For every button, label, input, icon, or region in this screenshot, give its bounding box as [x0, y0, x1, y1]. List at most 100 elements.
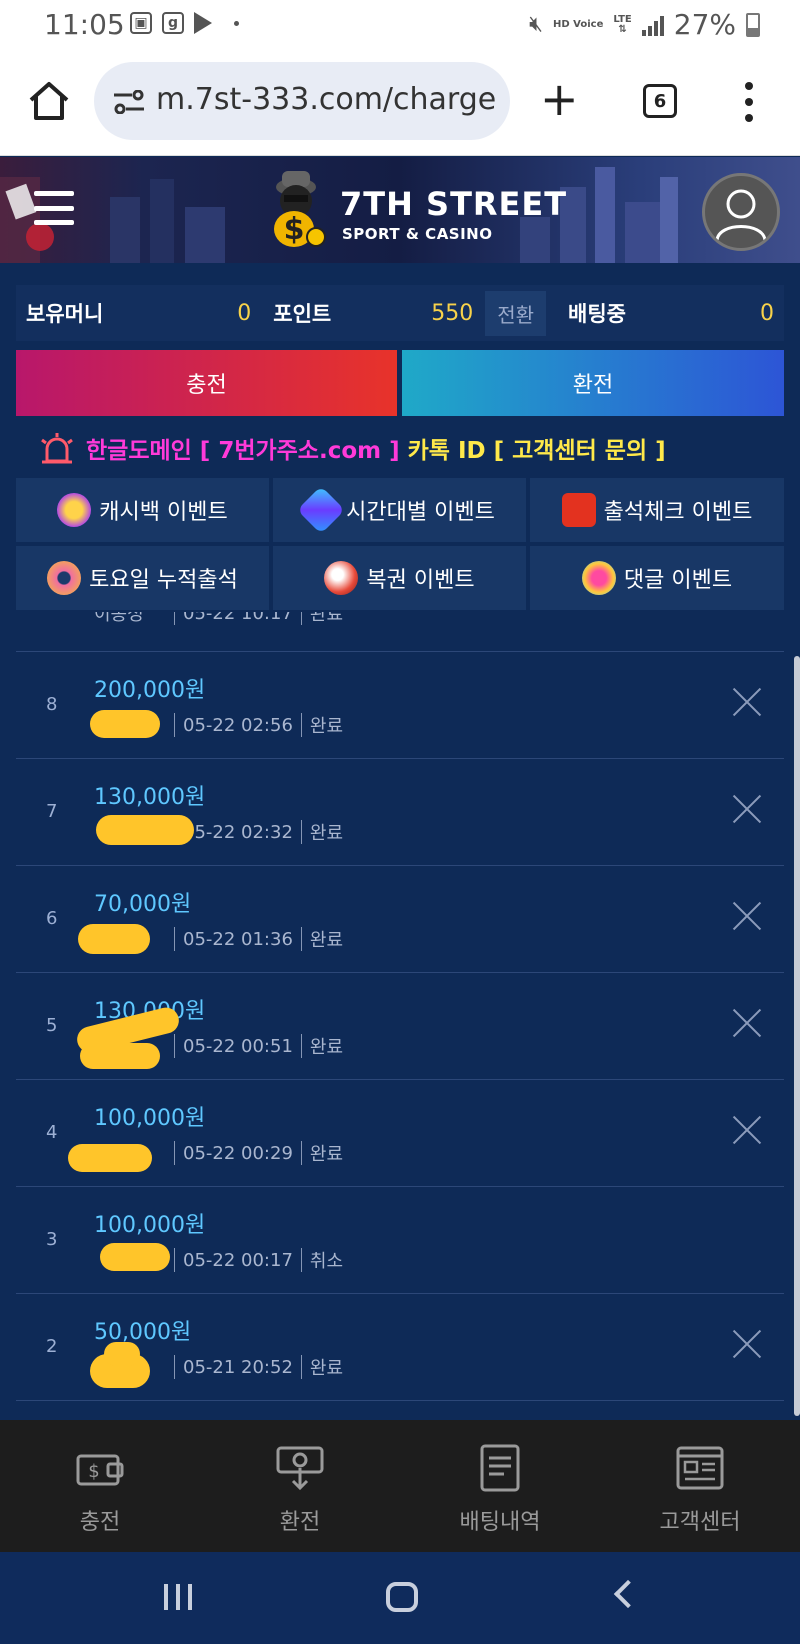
- back-icon[interactable]: [613, 1579, 643, 1609]
- recent-apps-icon[interactable]: [164, 1584, 192, 1610]
- history-date: 05-22 01:36: [183, 928, 293, 950]
- nav-label: 환전: [279, 1510, 321, 1535]
- row-number: 5: [46, 1015, 58, 1036]
- event-label: 댓글 이벤트: [623, 568, 733, 593]
- signal-icon: [641, 14, 664, 36]
- history-row: 8 200,000원 05-22 02:56 완료: [16, 652, 784, 759]
- system-home-icon[interactable]: [386, 1582, 418, 1612]
- status-time: 11:05: [44, 8, 125, 41]
- betting-value: 0: [760, 300, 774, 326]
- home-icon[interactable]: [26, 78, 72, 124]
- dice-icon: [561, 493, 596, 527]
- row-number: 2: [46, 1336, 58, 1357]
- document-icon: [480, 1444, 520, 1492]
- history-row: 6 70,000원 05-22 01:36 완료: [16, 866, 784, 973]
- nav-label: 배팅내역: [459, 1510, 541, 1535]
- logo-mascot-icon: $: [274, 171, 326, 247]
- nav-betting-history[interactable]: 배팅내역: [400, 1420, 600, 1552]
- donut-icon: [47, 561, 82, 595]
- g-app-icon: g: [162, 12, 184, 34]
- hamburger-menu-icon[interactable]: [34, 191, 74, 225]
- cashback-coin-icon: [57, 493, 92, 527]
- event-attendance[interactable]: 출석체크 이벤트: [530, 478, 784, 542]
- nav-label: 충전: [79, 1510, 121, 1535]
- status-bar: 11:05 ▣ g 🔇︎ HD Voice LTE ⇅ 27%: [0, 0, 800, 52]
- charge-amount: 100,000원: [94, 1106, 206, 1131]
- more-notifications-icon: [234, 20, 239, 26]
- browser-menu-icon[interactable]: [745, 82, 753, 122]
- delete-icon[interactable]: [732, 1009, 762, 1039]
- money-label: 보유머니: [26, 302, 104, 326]
- charge-button[interactable]: 충전: [16, 350, 397, 416]
- event-comment[interactable]: 댓글 이벤트: [530, 546, 784, 610]
- svg-text:$: $: [88, 1461, 99, 1482]
- history-date: 05-22 02:56: [183, 714, 293, 736]
- event-lottery[interactable]: 복권 이벤트: [273, 546, 526, 610]
- notice-bar: 한글도메인 [ 7번가주소.com ] 카톡 ID [ 고객센터 문의 ]: [38, 430, 666, 466]
- redaction-mark: [78, 924, 150, 954]
- redaction-mark: [90, 710, 160, 738]
- history-name: 이종성: [94, 612, 144, 625]
- event-time[interactable]: 시간대별 이벤트: [273, 478, 526, 542]
- nav-withdraw[interactable]: 환전: [200, 1420, 400, 1552]
- history-row-partial: 이종성 05-22 10:17 완료: [16, 612, 784, 652]
- battery-percent: 27%: [673, 8, 736, 41]
- event-saturday[interactable]: 토요일 누적출석: [16, 546, 269, 610]
- play-store-icon: [194, 12, 212, 34]
- redaction-mark: [80, 1043, 160, 1069]
- charge-history-list: 이종성 05-22 10:17 완료 8 200,000원 05-22 02:5…: [16, 612, 784, 1420]
- notice-kakao-text: 카톡 ID [ 고객센터 문의 ]: [407, 438, 666, 464]
- site-settings-icon[interactable]: [112, 90, 146, 114]
- site-header: $ 7TH STREET SPORT & CASINO: [0, 157, 800, 263]
- delete-icon[interactable]: [732, 688, 762, 718]
- user-avatar-icon[interactable]: [702, 173, 780, 251]
- history-status: 취소: [309, 1251, 344, 1272]
- mute-icon: 🔇︎: [529, 12, 544, 37]
- row-number: 7: [46, 801, 58, 822]
- charge-amount: 50,000원: [94, 1320, 192, 1345]
- siren-icon: [41, 433, 73, 464]
- nav-customer-center[interactable]: 고객센터: [600, 1420, 800, 1552]
- redaction-mark: [96, 815, 194, 845]
- convert-points-button[interactable]: 전환: [485, 290, 547, 336]
- event-label: 복권 이벤트: [366, 568, 475, 593]
- delete-icon[interactable]: [732, 902, 762, 932]
- nav-charge[interactable]: $ 충전: [0, 1420, 200, 1552]
- withdraw-button[interactable]: 환전: [402, 350, 784, 416]
- history-date: 05-22 00:29: [183, 1142, 293, 1164]
- history-date: 05-22 00:17: [183, 1249, 293, 1271]
- event-grid: 캐시백 이벤트 시간대별 이벤트 출석체크 이벤트 토요일 누적출석 복권 이벤…: [16, 478, 784, 610]
- row-number: 3: [46, 1229, 58, 1250]
- money-value: 0: [237, 300, 252, 326]
- history-status: 완료: [309, 930, 344, 951]
- delete-icon[interactable]: [732, 1116, 762, 1146]
- event-cashback[interactable]: 캐시백 이벤트: [16, 478, 269, 542]
- history-row: 4 100,000원 05-22 00:29 완료: [16, 1080, 784, 1187]
- redaction-mark: [68, 1144, 152, 1172]
- browser-toolbar: m.7st-333.com/charge. + 6: [0, 52, 800, 156]
- lottery-ball-icon: [324, 561, 359, 595]
- wallet-dollar-icon: $: [76, 1454, 124, 1486]
- history-status: 완료: [309, 1037, 344, 1058]
- row-number: 6: [46, 908, 58, 929]
- address-bar[interactable]: m.7st-333.com/charge.: [94, 62, 510, 140]
- point-label: 포인트: [273, 302, 332, 326]
- url-text[interactable]: m.7st-333.com/charge.: [156, 82, 496, 117]
- notification-icons: ▣ g: [130, 12, 239, 34]
- event-label: 토요일 누적출석: [89, 568, 238, 593]
- history-date: 05-22 10:17: [183, 612, 293, 624]
- history-status: 완료: [309, 823, 344, 844]
- history-date: 05-22 02:32: [183, 821, 293, 843]
- delete-icon[interactable]: [732, 1330, 762, 1360]
- history-row: 2 50,000원 05-21 20:52 완료: [16, 1294, 784, 1401]
- charge-amount: 200,000원: [94, 678, 206, 703]
- svg-text:$: $: [284, 212, 305, 247]
- history-status: 완료: [309, 716, 344, 737]
- battery-icon: [746, 12, 760, 37]
- tab-switcher-button[interactable]: 6: [643, 84, 677, 118]
- redaction-mark: [100, 1243, 170, 1271]
- scrollbar[interactable]: [794, 656, 800, 1416]
- new-tab-button[interactable]: +: [540, 76, 579, 122]
- delete-icon[interactable]: [732, 795, 762, 825]
- comment-badge-icon: [581, 561, 616, 595]
